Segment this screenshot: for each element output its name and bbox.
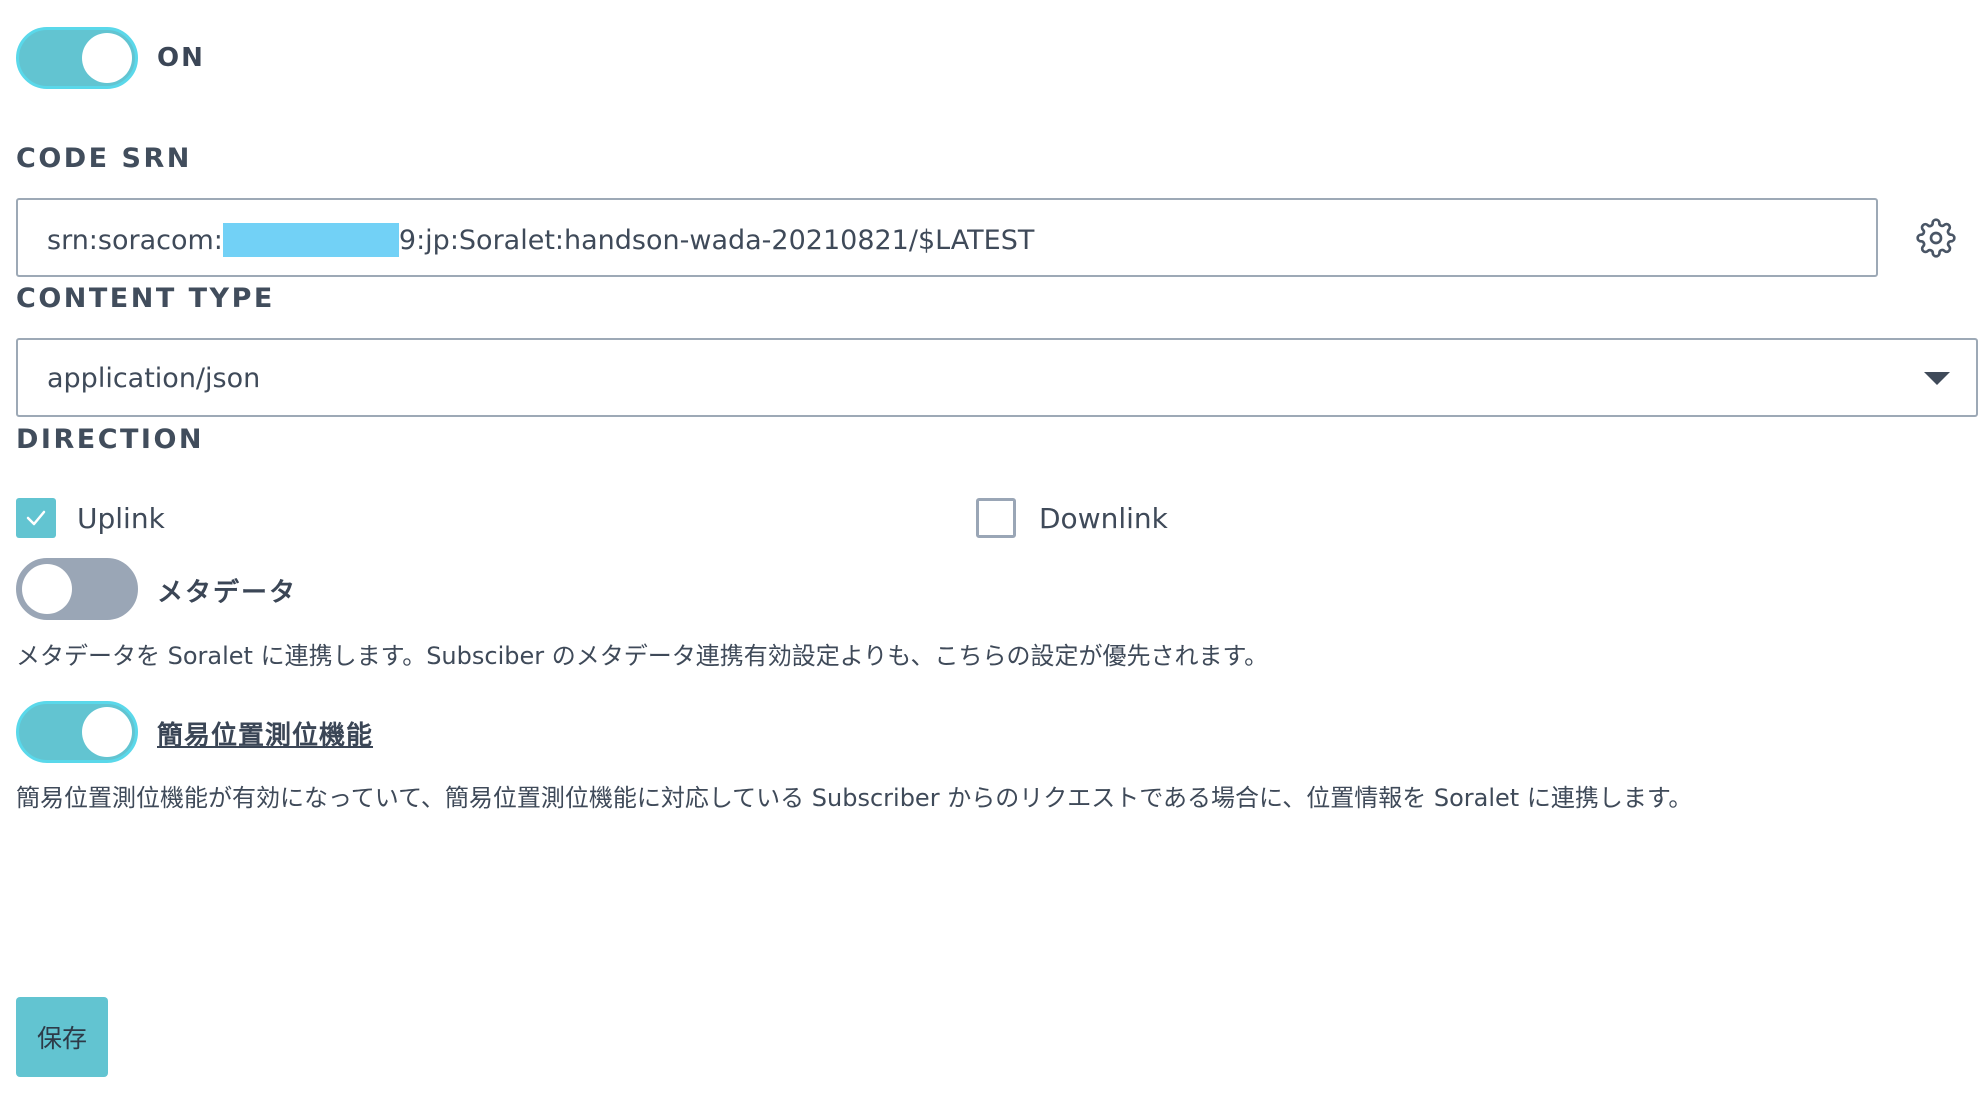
metadata-toggle[interactable]	[16, 558, 138, 620]
code-srn-prefix: srn:soracom:	[47, 224, 223, 256]
code-srn-suffix: 9:jp:Soralet:handson-wada-20210821/$LATE…	[398, 224, 1035, 256]
content-type-value: application/json	[47, 363, 261, 394]
uplink-label[interactable]: Uplink	[77, 502, 165, 535]
content-type-select[interactable]: application/json	[16, 338, 1978, 417]
save-button[interactable]: 保存	[16, 997, 108, 1077]
metadata-description: メタデータを Soralet に連携します。Subsciber のメタデータ連携…	[16, 642, 1269, 670]
metadata-toggle-label: メタデータ	[157, 578, 298, 608]
simple-location-description: 簡易位置測位機能が有効になっていて、簡易位置測位機能に対応している Subscr…	[16, 784, 1693, 812]
toggle-knob	[82, 33, 132, 83]
checkmark-icon	[26, 510, 46, 526]
gear-icon[interactable]	[1916, 218, 1956, 258]
code-srn-label: CODE SRN	[16, 143, 192, 174]
toggle-knob	[22, 564, 72, 614]
caret-down-icon	[1924, 372, 1950, 385]
toggle-knob	[82, 707, 132, 757]
simple-location-toggle[interactable]	[16, 701, 138, 763]
code-srn-input[interactable]: srn:soracom: 9:jp:Soralet:handson-wada-20…	[16, 198, 1878, 277]
enable-toggle[interactable]	[16, 27, 138, 89]
direction-label: DIRECTION	[16, 424, 205, 455]
uplink-checkbox[interactable]	[16, 498, 56, 538]
downlink-label[interactable]: Downlink	[1039, 502, 1168, 535]
enable-toggle-label: ON	[157, 43, 205, 73]
redacted-region	[222, 223, 399, 257]
simple-location-link[interactable]: 簡易位置測位機能	[157, 715, 373, 752]
code-srn-value: srn:soracom: 9:jp:Soralet:handson-wada-20…	[47, 223, 1034, 257]
content-type-label: CONTENT TYPE	[16, 283, 275, 314]
downlink-checkbox[interactable]	[976, 498, 1016, 538]
